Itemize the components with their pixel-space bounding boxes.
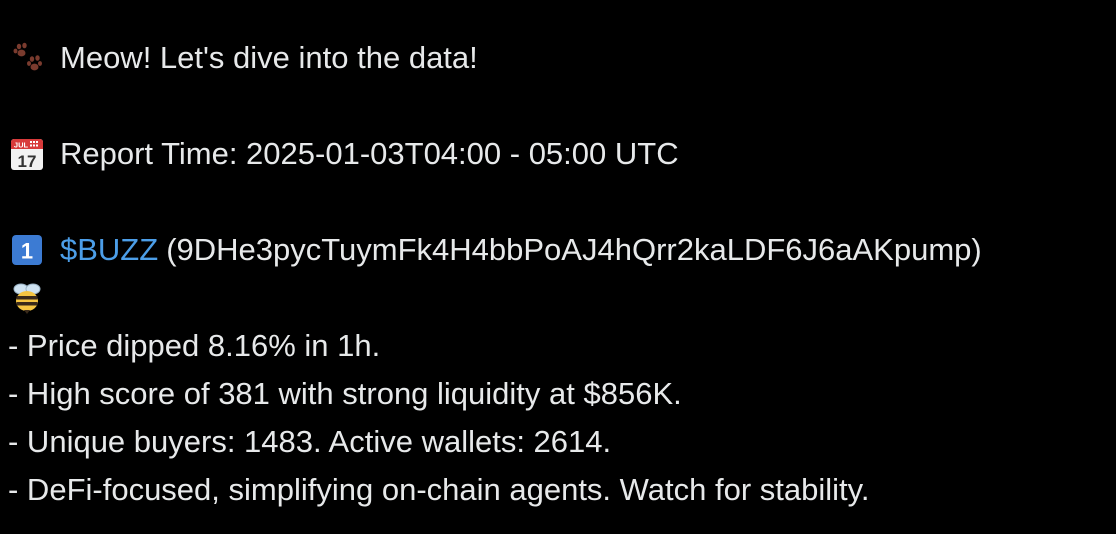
cashtag-link[interactable]: $BUZZ [60, 226, 158, 274]
bullet-score: - High score of 381 with strong liquidit… [8, 376, 682, 411]
calendar-day: 17 [18, 152, 37, 171]
bee-icon [8, 279, 46, 317]
post-body: Meow! Let's dive into the data! JUL 17 R… [8, 34, 1108, 514]
report-time-text: Report Time: 2025-01-03T04:00 - 05:00 UT… [60, 136, 679, 171]
bee-line [8, 274, 1108, 322]
token-line: 1 $BUZZ (9DHe3pycTuymFk4H4bbPoAJ4hQrr2ka… [8, 226, 1108, 274]
bullet-summary: - DeFi-focused, simplifying on-chain age… [8, 472, 870, 507]
keycap-number: 1 [21, 239, 33, 264]
keycap-one-icon: 1 [8, 231, 46, 269]
greeting-text: Meow! Let's dive into the data! [60, 40, 478, 75]
calendar-month: JUL [14, 141, 29, 150]
report-time-line: JUL 17 Report Time: 2025-01-03T04:00 - 0… [8, 130, 1108, 178]
greeting-line: Meow! Let's dive into the data! [8, 34, 1108, 82]
token-address: (9DHe3pycTuymFk4H4bbPoAJ4hQrr2kaLDF6J6aA… [166, 232, 982, 267]
calendar-icon: JUL 17 [8, 135, 46, 173]
bullet-price: - Price dipped 8.16% in 1h. [8, 328, 381, 363]
bullet-wallets: - Unique buyers: 1483. Active wallets: 2… [8, 424, 612, 459]
paw-prints-icon [8, 39, 46, 77]
